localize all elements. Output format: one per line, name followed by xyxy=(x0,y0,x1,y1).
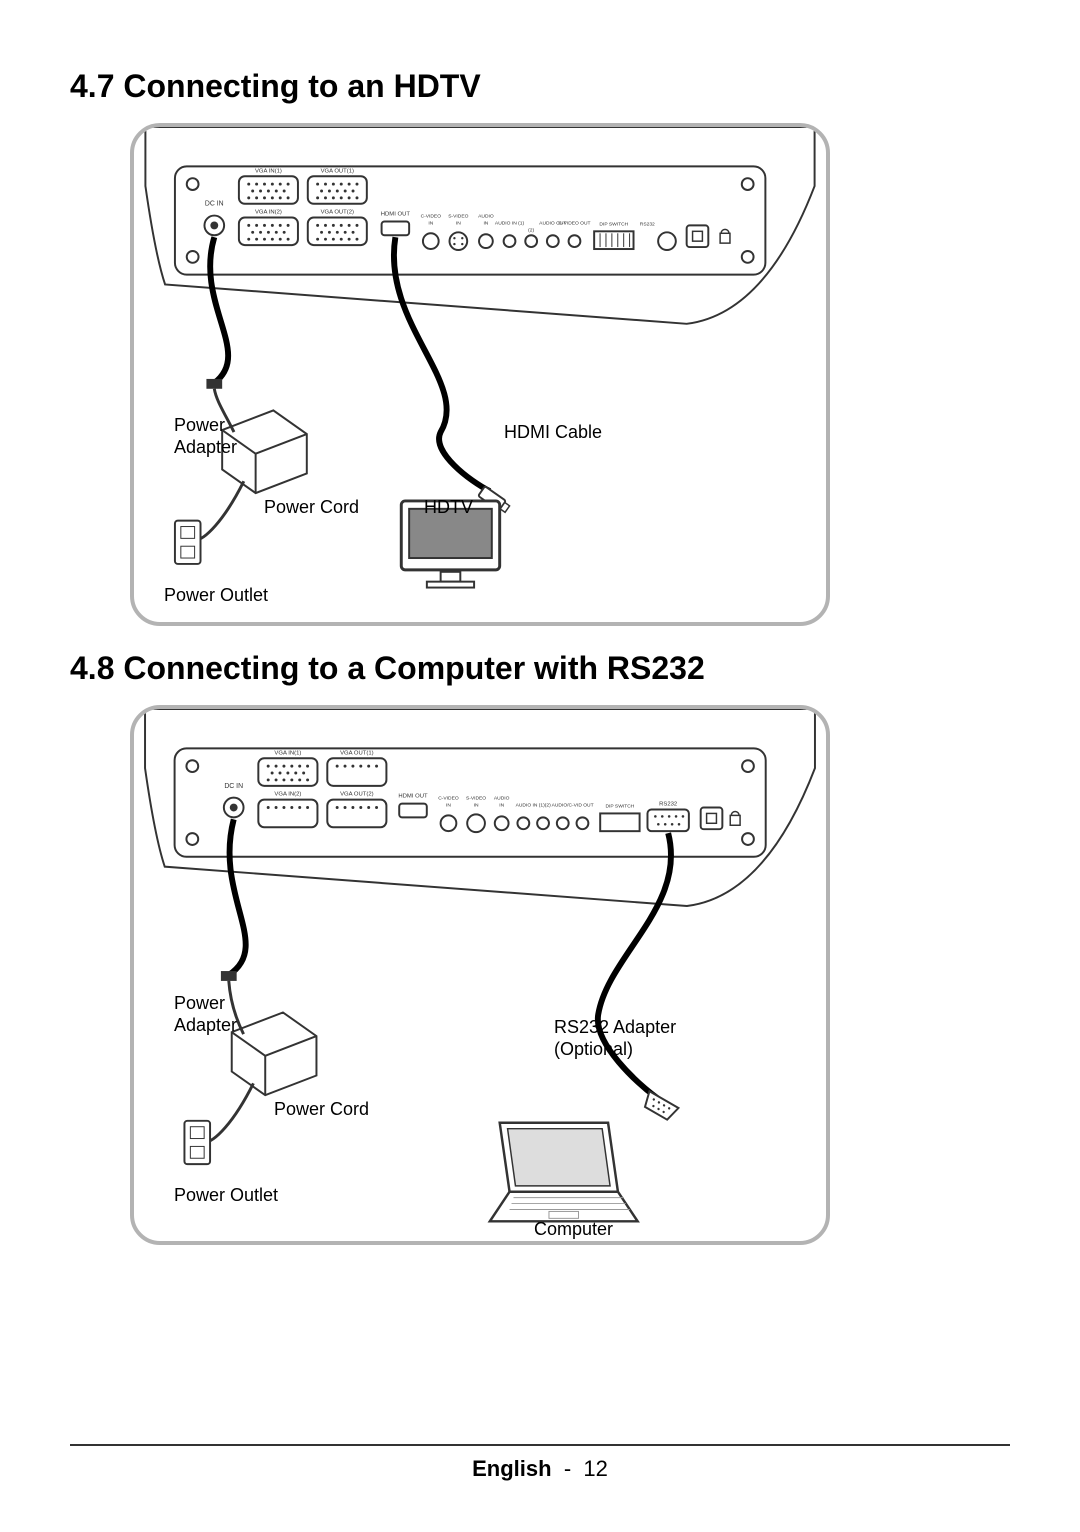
section-heading-4-7: 4.7 Connecting to an HDTV xyxy=(70,68,1010,105)
figure-4-7: DC IN VGA IN(1) VGA OUT(1) VGA IN(2) VGA… xyxy=(130,123,830,626)
footer-divider xyxy=(70,1444,1010,1446)
page-footer: English - 12 xyxy=(70,1444,1010,1482)
section-heading-4-8: 4.8 Connecting to a Computer with RS232 xyxy=(70,650,1010,687)
label-hdmi-cable: HDMI Cable xyxy=(504,422,602,444)
svg-text:AUDIO: AUDIO xyxy=(478,214,494,220)
svg-text:VGA IN(2): VGA IN(2) xyxy=(274,792,301,798)
svg-text:(2): (2) xyxy=(528,227,534,233)
svg-text:HDMI OUT: HDMI OUT xyxy=(398,794,428,800)
svg-text:VGA OUT(1): VGA OUT(1) xyxy=(340,750,374,756)
label-power-adapter: Power Adapter xyxy=(174,415,237,458)
svg-text:IN: IN xyxy=(446,803,451,809)
label-power-outlet-2: Power Outlet xyxy=(174,1185,278,1207)
footer-page-number: 12 xyxy=(583,1456,607,1481)
svg-text:DIP SWITCH: DIP SWITCH xyxy=(599,221,628,227)
svg-text:RS232: RS232 xyxy=(640,221,655,227)
svg-text:IN: IN xyxy=(474,803,479,809)
svg-text:IN: IN xyxy=(499,803,504,809)
svg-text:DC IN: DC IN xyxy=(224,783,243,790)
svg-text:HDMI OUT: HDMI OUT xyxy=(381,212,411,218)
svg-text:AUDIO IN (1): AUDIO IN (1) xyxy=(495,220,525,226)
svg-text:C-VIDEO: C-VIDEO xyxy=(438,796,459,802)
label-power-outlet: Power Outlet xyxy=(164,585,268,607)
label-computer: Computer xyxy=(534,1219,613,1241)
diagram-rs232-connection: DC IN VGA IN(1) VGA OUT(1) VGA IN(2) VGA… xyxy=(134,709,826,1241)
figure-4-8: DC IN VGA IN(1) VGA OUT(1) VGA IN(2) VGA… xyxy=(130,705,830,1245)
svg-text:DC IN: DC IN xyxy=(205,201,224,208)
svg-text:IN: IN xyxy=(428,220,433,226)
label-power-adapter-2: Power Adapter xyxy=(174,993,237,1036)
footer-language: English xyxy=(472,1456,551,1481)
svg-text:AUDIO IN (1)(2): AUDIO IN (1)(2) xyxy=(516,803,552,809)
footer-text: English - 12 xyxy=(70,1456,1010,1482)
diagram-hdtv-connection: DC IN VGA IN(1) VGA OUT(1) VGA IN(2) VGA… xyxy=(134,127,826,622)
footer-separator: - xyxy=(564,1456,571,1481)
svg-text:DIP SWITCH: DIP SWITCH xyxy=(605,804,634,810)
svg-text:S-VIDEO: S-VIDEO xyxy=(448,214,468,220)
svg-text:C-VIDEO OUT: C-VIDEO OUT xyxy=(558,220,590,226)
svg-text:C-VIDEO: C-VIDEO xyxy=(421,214,442,220)
label-power-cord: Power Cord xyxy=(264,497,359,519)
document-page: 4.7 Connecting to an HDTV DC IN VGA IN(1… xyxy=(0,0,1080,1532)
svg-text:VGA OUT(2): VGA OUT(2) xyxy=(321,210,354,216)
svg-text:VGA IN(2): VGA IN(2) xyxy=(255,210,282,216)
svg-text:S-VIDEO: S-VIDEO xyxy=(466,796,486,802)
label-rs232-adapter: RS232 Adapter (Optional) xyxy=(554,1017,676,1060)
svg-text:AUDIO: AUDIO xyxy=(494,796,510,802)
svg-text:IN: IN xyxy=(456,220,461,226)
svg-text:RS232: RS232 xyxy=(659,802,677,808)
label-hdtv: HDTV xyxy=(424,497,473,519)
label-power-cord-2: Power Cord xyxy=(274,1099,369,1121)
svg-text:VGA OUT(1): VGA OUT(1) xyxy=(321,168,354,174)
svg-text:VGA IN(1): VGA IN(1) xyxy=(274,750,301,756)
svg-text:AUDIO/C-VID OUT: AUDIO/C-VID OUT xyxy=(552,803,594,809)
svg-text:VGA OUT(2): VGA OUT(2) xyxy=(340,792,374,798)
svg-text:IN: IN xyxy=(483,220,488,226)
svg-text:VGA IN(1): VGA IN(1) xyxy=(255,168,282,174)
